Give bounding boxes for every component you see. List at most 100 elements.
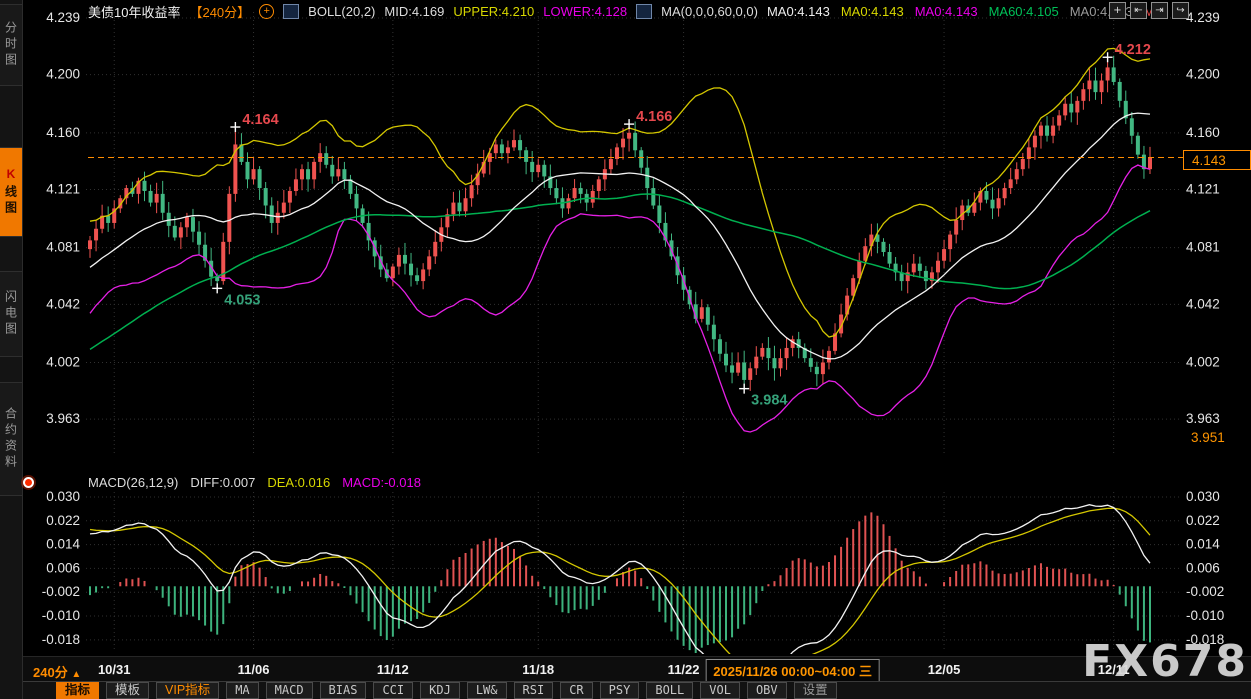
sidebar-tab-1[interactable]: 分时图 (0, 4, 22, 86)
svg-text:4.042: 4.042 (46, 296, 80, 311)
svg-text:3.984: 3.984 (751, 393, 787, 409)
ma-indicator-icon[interactable] (636, 4, 652, 19)
ma-value-1: MA0:4.143 (767, 4, 830, 19)
xaxis-date-label: 11/18 (522, 662, 554, 677)
ma-values: MA0:4.143MA0:4.143MA0:4.143MA60:4.105MA0… (767, 4, 1163, 19)
boll-lower-value: LOWER:4.128 (543, 4, 627, 19)
toolbar-button-模板[interactable]: 模板 (106, 682, 149, 699)
toolbar-button-CR[interactable]: CR (560, 682, 592, 699)
fx678-watermark: FX678 (1082, 636, 1248, 687)
svg-text:0.030: 0.030 (1186, 489, 1220, 504)
y-axis-labels: 4.239 4.239 4.200 4.200 4.160 4.160 4.121 4.121… (42, 10, 1225, 647)
toolbar-button-MA[interactable]: MA (226, 682, 258, 699)
trading-app-window: 4.0534.1644.1663.9844.2124.2394.2394.200… (0, 0, 1251, 699)
macd-diff-value: DIFF:0.007 (190, 475, 255, 491)
svg-text:4.239: 4.239 (1186, 10, 1220, 25)
ma-params-label: MA(0,0,0,60,0,0) (661, 4, 758, 19)
svg-text:4.002: 4.002 (46, 354, 80, 369)
macd-dea-value: DEA:0.016 (267, 475, 330, 491)
svg-text:-0.010: -0.010 (1186, 608, 1224, 623)
current-price-badge: 4.143 (1183, 150, 1251, 170)
svg-text:0.006: 0.006 (46, 560, 80, 575)
svg-text:-0.002: -0.002 (42, 584, 80, 599)
toolbar-button-OBV[interactable]: OBV (747, 682, 787, 699)
boll-indicator-icon[interactable] (283, 4, 299, 19)
macd-header: MACD(26,12,9) DIFF:0.007 DEA:0.016 MACD:… (88, 475, 421, 491)
toolbar-button-BOLL[interactable]: BOLL (646, 682, 693, 699)
svg-text:0.014: 0.014 (46, 537, 80, 552)
toolbar-button-VIP指标[interactable]: VIP指标 (156, 682, 219, 699)
toolbar-button-PSY[interactable]: PSY (600, 682, 640, 699)
xaxis-date-label: 11/06 (238, 662, 270, 677)
sidebar-tab-3[interactable]: 闪电图 (0, 271, 22, 357)
svg-text:4.239: 4.239 (46, 10, 80, 25)
grid (86, 12, 1180, 652)
record-indicator-icon (25, 479, 32, 486)
scale-low-badge: 3.951 (1183, 429, 1251, 446)
toolbar-button-LW&[interactable]: LW& (467, 682, 507, 699)
exit-chart-icon[interactable]: ↪ (1172, 2, 1189, 19)
ma-value-4: MA60:4.105 (989, 4, 1059, 19)
boll-mid-value: MID:4.169 (384, 4, 444, 19)
sidebar-tab-4[interactable]: 合约资料 (0, 382, 22, 496)
chart-tools: +⇤⇥↪ (1109, 2, 1189, 19)
toolbar-button-RSI[interactable]: RSI (514, 682, 554, 699)
svg-text:0.030: 0.030 (46, 489, 80, 504)
xaxis-date-label: 11/12 (377, 662, 409, 677)
svg-text:-0.010: -0.010 (42, 608, 80, 623)
macd-hist-value: MACD:-0.018 (342, 475, 421, 491)
svg-text:0.006: 0.006 (1186, 560, 1220, 575)
svg-text:0.022: 0.022 (1186, 513, 1220, 528)
boll-upper-value: UPPER:4.210 (453, 4, 534, 19)
svg-text:4.002: 4.002 (1186, 354, 1220, 369)
svg-text:4.121: 4.121 (46, 182, 80, 197)
svg-text:4.166: 4.166 (636, 109, 672, 125)
indicator-toolbar: 指标模板 VIP指标 MA MACD BIAS CCI KDJ LW&RSI CR PSY BOLL… (0, 681, 1251, 699)
toolbar-button-设置[interactable]: 设置 (794, 682, 837, 699)
toolbar-button-CCI[interactable]: CCI (373, 682, 413, 699)
price-chart-canvas[interactable]: 4.0534.1644.1663.9844.2124.2394.2394.200… (0, 0, 1251, 699)
sidebar-tab-2[interactable]: K线图 (0, 147, 22, 237)
left-sidebar: 分时图 K线图闪电图合约资料 (0, 0, 23, 699)
toolbar-button-KDJ[interactable]: KDJ (420, 682, 460, 699)
xaxis-date-label: 11/22 (668, 662, 700, 677)
svg-text:4.042: 4.042 (1186, 296, 1220, 311)
svg-text:3.963: 3.963 (46, 411, 80, 426)
scale-left-icon[interactable]: ⇤ (1130, 2, 1147, 19)
price-annotations: 4.0534.1644.1663.9844.212 (212, 42, 1151, 408)
svg-text:4.160: 4.160 (46, 125, 80, 140)
svg-text:4.164: 4.164 (242, 112, 278, 128)
crosshair-icon[interactable]: + (1109, 2, 1126, 19)
macd-params-label: MACD(26,12,9) (88, 475, 178, 491)
add-indicator-icon[interactable]: + (259, 4, 274, 19)
svg-text:-0.002: -0.002 (1186, 584, 1224, 599)
candles (88, 56, 1152, 391)
xaxis-date-label: 10/31 (98, 662, 131, 677)
chart-header: 美债10年收益率 【240分】 + BOLL(20,2) MID:4.169 U… (88, 3, 1163, 19)
svg-text:3.963: 3.963 (1186, 411, 1220, 426)
svg-text:0.022: 0.022 (46, 513, 80, 528)
svg-text:4.212: 4.212 (1115, 42, 1151, 58)
svg-text:4.081: 4.081 (46, 240, 80, 255)
dropdown-triangle-icon: ▲ (71, 669, 81, 680)
ma-value-3: MA0:4.143 (915, 4, 978, 19)
svg-text:4.081: 4.081 (1186, 240, 1220, 255)
scale-right-icon[interactable]: ⇥ (1151, 2, 1168, 19)
interval-selector[interactable]: 240分 ▲ (33, 662, 81, 681)
toolbar-button-指标[interactable]: 指标 (56, 682, 99, 699)
xaxis-date-label: 12/05 (928, 662, 961, 677)
ma-value-2: MA0:4.143 (841, 4, 904, 19)
toolbar-button-MACD[interactable]: MACD (266, 682, 313, 699)
toolbar-button-VOL[interactable]: VOL (700, 682, 740, 699)
svg-text:4.121: 4.121 (1186, 182, 1220, 197)
svg-text:4.160: 4.160 (1186, 125, 1220, 140)
svg-text:4.200: 4.200 (1186, 67, 1220, 82)
hover-time-tooltip: 2025/11/26 00:00~04:00 三 (705, 659, 880, 682)
boll-label: BOLL(20,2) (308, 4, 375, 19)
svg-text:4.200: 4.200 (46, 67, 80, 82)
interval-badge: 【240分】 (189, 2, 250, 21)
svg-text:0.014: 0.014 (1186, 537, 1220, 552)
xaxis-strip: 240分 ▲ 10/3111/0611/1211/1811/2212/0512/… (0, 656, 1251, 682)
svg-text:-0.018: -0.018 (42, 632, 80, 647)
toolbar-button-BIAS[interactable]: BIAS (320, 682, 367, 699)
